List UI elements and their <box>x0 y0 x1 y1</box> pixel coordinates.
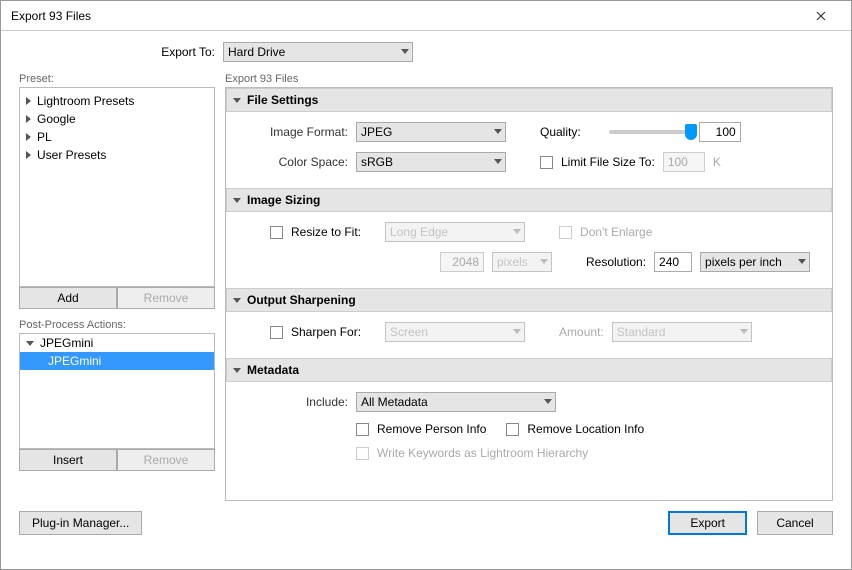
limit-filesize-input <box>663 152 705 172</box>
image-sizing-header[interactable]: Image Sizing <box>226 188 832 212</box>
titlebar: Export 93 Files <box>1 1 851 31</box>
action-item-selected[interactable]: JPEGmini <box>20 352 214 370</box>
section-title: Metadata <box>247 363 299 377</box>
quality-label: Quality: <box>540 125 581 139</box>
quality-slider[interactable] <box>609 130 691 134</box>
chevron-down-icon <box>26 341 34 346</box>
limit-unit: K <box>713 155 721 169</box>
resize-label: Resize to Fit: <box>291 225 361 239</box>
dimension-input <box>440 252 484 272</box>
preset-item[interactable]: Lightroom Presets <box>20 92 214 110</box>
chevron-right-icon <box>26 133 31 141</box>
action-group[interactable]: JPEGmini <box>20 334 214 352</box>
remove-preset-button: Remove <box>117 287 215 309</box>
include-label: Include: <box>242 395 348 409</box>
section-title: File Settings <box>247 93 318 107</box>
chevron-down-icon <box>233 298 241 303</box>
resize-checkbox[interactable] <box>270 226 283 239</box>
color-space-label: Color Space: <box>242 155 348 169</box>
preset-list[interactable]: Lightroom Presets Google PL User Presets <box>19 87 215 287</box>
image-format-select[interactable]: JPEG <box>356 122 506 142</box>
sharpening-header[interactable]: Output Sharpening <box>226 288 832 312</box>
file-settings-header[interactable]: File Settings <box>226 88 832 112</box>
chevron-right-icon <box>26 115 31 123</box>
preset-label: Preset: <box>19 73 215 85</box>
sharpen-checkbox[interactable] <box>270 326 283 339</box>
remove-action-button: Remove <box>117 449 215 471</box>
preset-item[interactable]: Google <box>20 110 214 128</box>
actions-list[interactable]: JPEGmini JPEGmini <box>19 333 215 449</box>
main-label: Export 93 Files <box>225 73 833 85</box>
include-select[interactable]: All Metadata <box>356 392 556 412</box>
preset-item-label: User Presets <box>37 148 106 162</box>
remove-person-label: Remove Person Info <box>377 422 486 436</box>
plugin-manager-button[interactable]: Plug-in Manager... <box>19 511 142 535</box>
color-space-select[interactable]: sRGB <box>356 152 506 172</box>
limit-filesize-label: Limit File Size To: <box>561 155 655 169</box>
limit-filesize-checkbox[interactable] <box>540 156 553 169</box>
remove-location-checkbox[interactable] <box>506 423 519 436</box>
insert-action-button[interactable]: Insert <box>19 449 117 471</box>
resize-mode-select: Long Edge <box>385 222 525 242</box>
close-icon <box>816 11 826 21</box>
amount-label: Amount: <box>559 325 604 339</box>
write-keywords-checkbox <box>356 447 369 460</box>
add-preset-button[interactable]: Add <box>19 287 117 309</box>
dont-enlarge-label: Don't Enlarge <box>580 225 652 239</box>
settings-scroll[interactable]: File Settings Image Format: JPEG Quality… <box>225 87 833 501</box>
preset-item-label: PL <box>37 130 52 144</box>
actions-label: Post-Process Actions: <box>19 319 215 331</box>
chevron-right-icon <box>26 151 31 159</box>
remove-person-checkbox[interactable] <box>356 423 369 436</box>
preset-item[interactable]: PL <box>20 128 214 146</box>
preset-item-label: Lightroom Presets <box>37 94 134 108</box>
dont-enlarge-checkbox <box>559 226 572 239</box>
export-button[interactable]: Export <box>668 511 747 535</box>
metadata-header[interactable]: Metadata <box>226 358 832 382</box>
preset-item[interactable]: User Presets <box>20 146 214 164</box>
write-keywords-label: Write Keywords as Lightroom Hierarchy <box>377 446 588 460</box>
chevron-down-icon <box>233 198 241 203</box>
image-format-label: Image Format: <box>242 125 348 139</box>
quality-input[interactable] <box>699 122 741 142</box>
cancel-button[interactable]: Cancel <box>757 511 833 535</box>
chevron-down-icon <box>233 98 241 103</box>
section-title: Image Sizing <box>247 193 320 207</box>
slider-thumb[interactable] <box>685 124 697 140</box>
export-to-row: Export To: Hard Drive <box>1 31 851 73</box>
amount-select: Standard <box>612 322 752 342</box>
chevron-down-icon <box>233 368 241 373</box>
export-to-label: Export To: <box>1 45 223 59</box>
dimension-unit-select: pixels <box>492 252 552 272</box>
resolution-input[interactable] <box>654 252 692 272</box>
sharpen-label: Sharpen For: <box>291 325 361 339</box>
export-to-select[interactable]: Hard Drive <box>223 42 413 62</box>
action-group-label: JPEGmini <box>40 336 93 350</box>
close-button[interactable] <box>801 1 841 30</box>
resolution-label: Resolution: <box>586 255 646 269</box>
window-title: Export 93 Files <box>11 9 801 23</box>
sharpen-for-select: Screen <box>385 322 525 342</box>
remove-location-label: Remove Location Info <box>527 422 644 436</box>
resolution-unit-select[interactable]: pixels per inch <box>700 252 810 272</box>
preset-item-label: Google <box>37 112 76 126</box>
chevron-right-icon <box>26 97 31 105</box>
section-title: Output Sharpening <box>247 293 356 307</box>
